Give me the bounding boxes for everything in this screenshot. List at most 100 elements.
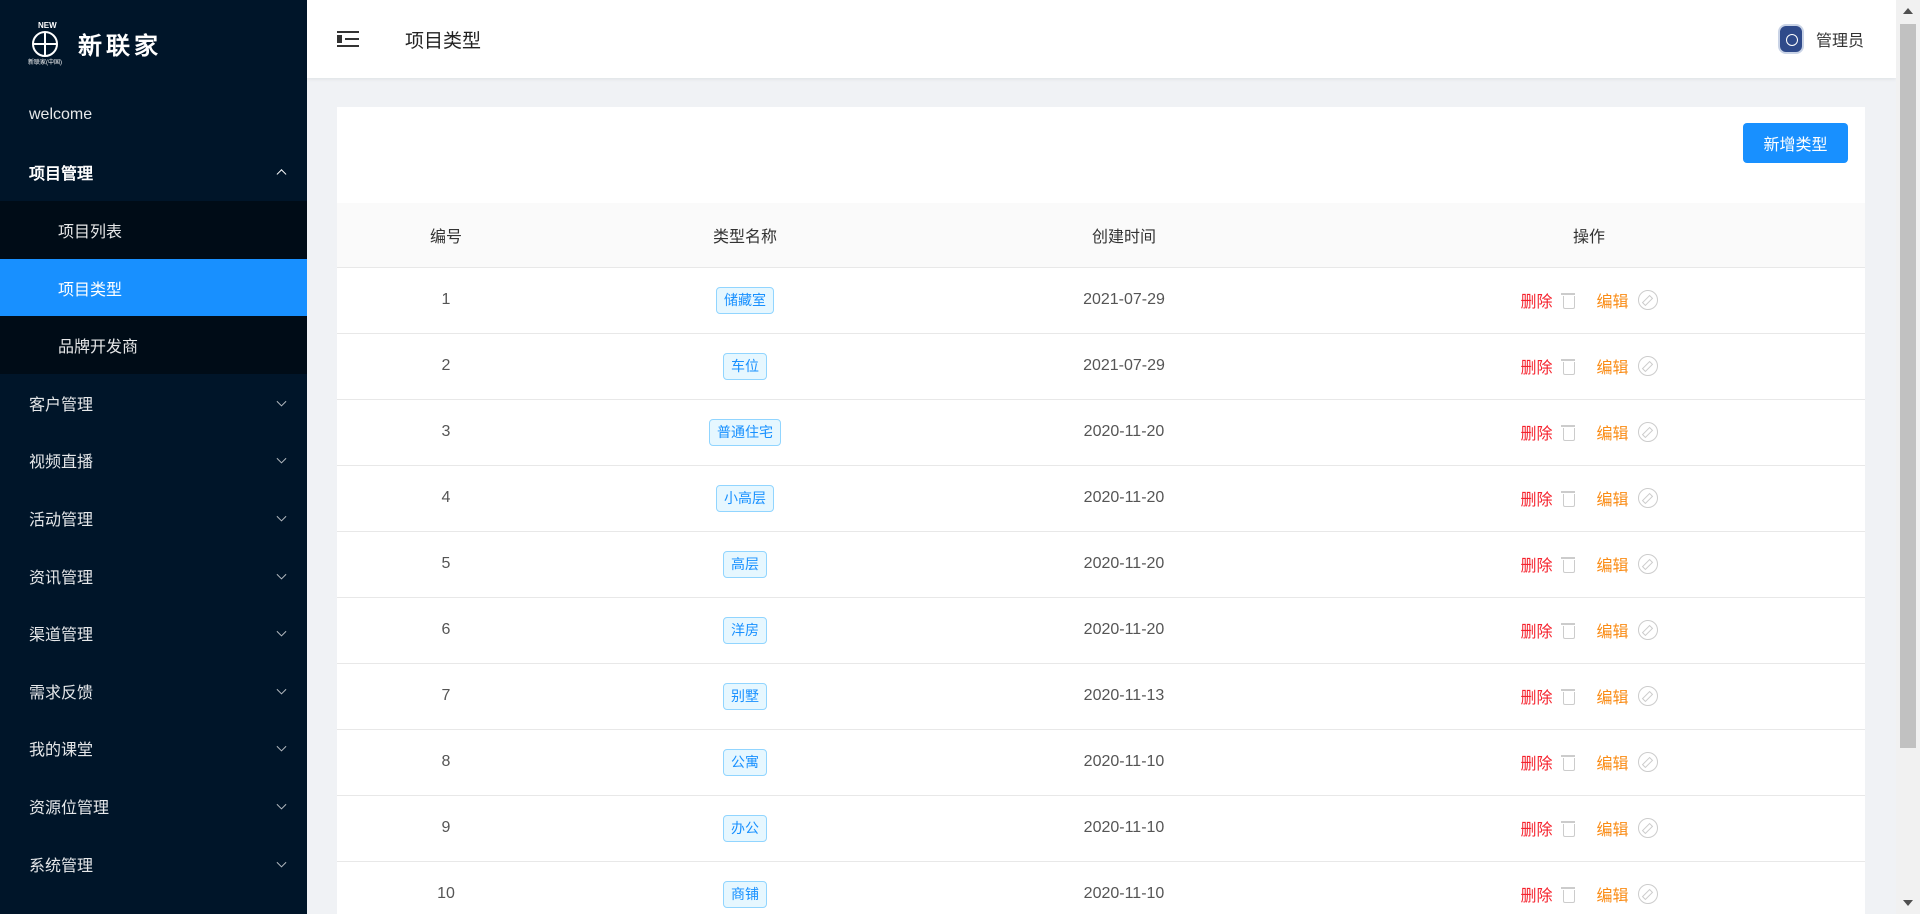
content-card: 新增类型 编号 类型名称 创建时间 操作 1 储藏室 2021-07-29 删除 编辑 2… xyxy=(337,107,1865,914)
submenu: 项目列表 项目类型 品牌开发商 xyxy=(0,201,307,374)
cell-id: 9 xyxy=(337,795,555,862)
trash-icon[interactable] xyxy=(1560,357,1575,375)
trash-icon[interactable] xyxy=(1560,489,1575,507)
trash-icon[interactable] xyxy=(1560,819,1575,837)
sidebar-item-7[interactable]: 我的课堂 xyxy=(0,720,307,778)
row-actions: 删除 编辑 xyxy=(1520,882,1658,906)
edit-button[interactable]: 编辑 xyxy=(1597,618,1629,642)
delete-button[interactable]: 删除 xyxy=(1520,750,1552,774)
sidebar-item-3[interactable]: 活动管理 xyxy=(0,489,307,547)
edit-icon[interactable] xyxy=(1637,686,1658,706)
scrollbar-thumb[interactable] xyxy=(1900,24,1916,748)
edit-icon[interactable] xyxy=(1637,884,1658,904)
table-row: 9 办公 2020-11-10 删除 编辑 xyxy=(337,795,1865,862)
sidebar-item-0[interactable]: 项目管理 xyxy=(0,144,307,202)
sidebar: NEW 新联家(中国) 新联家 welcome 项目管理项目列表 项目类型 品牌开发商… xyxy=(0,0,307,914)
sidebar-item-label: 我的课堂 xyxy=(29,742,94,760)
sidebar-item-2[interactable]: 视频直播 xyxy=(0,432,307,490)
page-scrollbar[interactable] xyxy=(1896,0,1920,914)
edit-icon[interactable] xyxy=(1637,356,1658,376)
logo[interactable]: NEW 新联家(中国) 新联家 xyxy=(0,0,307,86)
cell-id: 4 xyxy=(337,465,555,532)
sidebar-item-6[interactable]: 需求反馈 xyxy=(0,662,307,720)
edit-button[interactable]: 编辑 xyxy=(1597,882,1629,906)
edit-icon[interactable] xyxy=(1637,290,1658,310)
edit-button[interactable]: 编辑 xyxy=(1597,684,1629,708)
sidebar-item-label: 资讯管理 xyxy=(29,569,94,587)
row-actions: 删除 编辑 xyxy=(1520,618,1658,642)
edit-icon[interactable] xyxy=(1637,488,1658,508)
column-header-name: 类型名称 xyxy=(555,203,935,268)
chevron-down-icon xyxy=(276,396,287,407)
edit-icon[interactable] xyxy=(1637,554,1658,574)
trash-icon[interactable] xyxy=(1560,621,1575,639)
type-tag: 车位 xyxy=(723,352,767,380)
type-table: 编号 类型名称 创建时间 操作 1 储藏室 2021-07-29 删除 编辑 2 车位 202… xyxy=(337,203,1865,914)
column-header-id: 编号 xyxy=(337,203,555,268)
sidebar-item-label: 需求反馈 xyxy=(29,684,94,702)
trash-icon[interactable] xyxy=(1560,885,1575,903)
edit-button[interactable]: 编辑 xyxy=(1597,552,1629,576)
sidebar-item-1[interactable]: 客户管理 xyxy=(0,374,307,432)
delete-button[interactable]: 删除 xyxy=(1520,816,1552,840)
edit-icon[interactable] xyxy=(1637,818,1658,838)
cell-name: 普通住宅 xyxy=(555,399,935,466)
delete-button[interactable]: 删除 xyxy=(1520,420,1552,444)
scroll-up-icon[interactable] xyxy=(1903,8,1913,14)
submenu-item-0[interactable]: 项目列表 xyxy=(0,201,307,259)
sidebar-item-9[interactable]: 系统管理 xyxy=(0,835,307,893)
sidebar-item-8[interactable]: 资源位管理 xyxy=(0,777,307,835)
user-menu[interactable]: 管理员 xyxy=(1777,24,1864,54)
trash-icon[interactable] xyxy=(1560,687,1575,705)
add-type-button[interactable]: 新增类型 xyxy=(1743,123,1848,163)
edit-button[interactable]: 编辑 xyxy=(1597,288,1629,312)
edit-button[interactable]: 编辑 xyxy=(1597,420,1629,444)
type-tag: 别墅 xyxy=(723,682,767,710)
edit-icon[interactable] xyxy=(1637,752,1658,772)
cell-actions: 删除 编辑 xyxy=(1313,399,1865,466)
delete-button[interactable]: 删除 xyxy=(1520,354,1552,378)
cell-name: 商铺 xyxy=(555,861,935,914)
delete-button[interactable]: 删除 xyxy=(1520,882,1552,906)
trash-icon[interactable] xyxy=(1560,555,1575,573)
edit-icon[interactable] xyxy=(1637,620,1658,640)
cell-name: 高层 xyxy=(555,531,935,598)
user-name: 管理员 xyxy=(1815,33,1864,50)
row-actions: 删除 编辑 xyxy=(1520,486,1658,510)
sidebar-item-4[interactable]: 资讯管理 xyxy=(0,547,307,605)
submenu-item-2[interactable]: 品牌开发商 xyxy=(0,316,307,374)
edit-icon[interactable] xyxy=(1637,422,1658,442)
sidebar-item-label: 客户管理 xyxy=(29,396,94,414)
chevron-down-icon xyxy=(276,741,287,752)
trash-icon[interactable] xyxy=(1560,753,1575,771)
trash-icon[interactable] xyxy=(1560,423,1575,441)
sidebar-item-label: 项目管理 xyxy=(29,166,94,184)
table-header-row: 编号 类型名称 创建时间 操作 xyxy=(337,203,1865,268)
delete-button[interactable]: 删除 xyxy=(1520,684,1552,708)
type-tag: 小高层 xyxy=(716,484,774,512)
edit-button[interactable]: 编辑 xyxy=(1597,750,1629,774)
edit-button[interactable]: 编辑 xyxy=(1597,486,1629,510)
cell-name: 办公 xyxy=(555,795,935,862)
cell-id: 1 xyxy=(337,267,555,334)
chevron-down-icon xyxy=(276,511,287,522)
delete-button[interactable]: 删除 xyxy=(1520,552,1552,576)
scroll-down-icon[interactable] xyxy=(1903,900,1913,906)
table-row: 7 别墅 2020-11-13 删除 编辑 xyxy=(337,663,1865,730)
sidebar-item-label: 资源位管理 xyxy=(29,799,110,817)
column-header-created: 创建时间 xyxy=(935,203,1313,268)
delete-button[interactable]: 删除 xyxy=(1520,486,1552,510)
cell-actions: 删除 编辑 xyxy=(1313,861,1865,914)
menu-fold-icon[interactable] xyxy=(337,29,359,49)
table-row: 3 普通住宅 2020-11-20 删除 编辑 xyxy=(337,399,1865,466)
edit-button[interactable]: 编辑 xyxy=(1597,816,1629,840)
cell-name: 洋房 xyxy=(555,597,935,664)
delete-button[interactable]: 删除 xyxy=(1520,288,1552,312)
sidebar-item-5[interactable]: 渠道管理 xyxy=(0,604,307,662)
sidebar-item-welcome[interactable]: welcome xyxy=(0,86,307,144)
submenu-item-1[interactable]: 项目类型 xyxy=(0,258,307,317)
delete-button[interactable]: 删除 xyxy=(1520,618,1552,642)
trash-icon[interactable] xyxy=(1560,291,1575,309)
edit-button[interactable]: 编辑 xyxy=(1597,354,1629,378)
cell-id: 7 xyxy=(337,663,555,730)
